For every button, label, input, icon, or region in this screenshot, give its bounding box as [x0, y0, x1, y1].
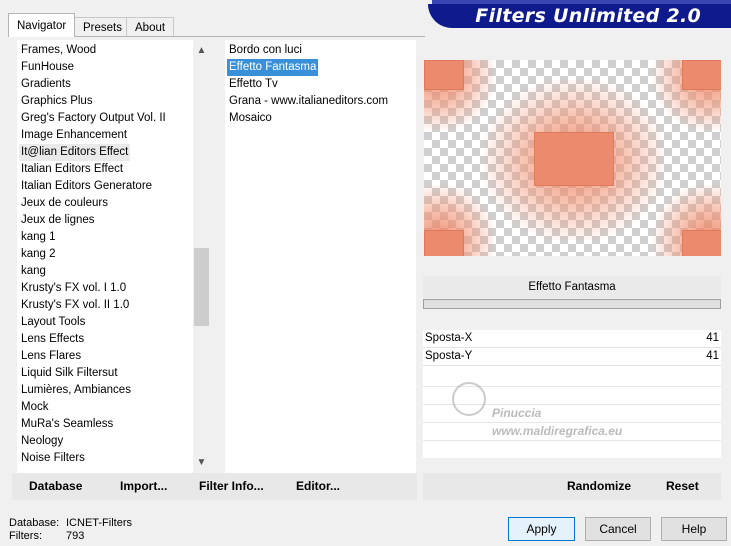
category-item[interactable]: Italian Editors Effect — [19, 161, 125, 178]
category-item[interactable]: Italian Editors Generatore — [19, 178, 154, 195]
help-button[interactable]: Help — [661, 517, 727, 541]
watermark-name: Pinuccia — [492, 406, 542, 420]
param-divider — [423, 440, 721, 441]
category-item[interactable]: Lens Effects — [19, 331, 86, 348]
category-list[interactable]: Frames, Wood FunHouse Gradients Graphics Pl… — [17, 40, 193, 473]
editor-button[interactable]: Editor... — [296, 473, 340, 500]
tab-about[interactable]: About — [126, 17, 175, 37]
category-item[interactable]: Mock — [19, 399, 50, 416]
category-item[interactable]: Krusty's FX vol. I 1.0 — [19, 280, 128, 297]
category-item[interactable]: Jeux de lignes — [19, 212, 97, 229]
category-item[interactable]: Lumières, Ambiances — [19, 382, 133, 399]
import-button[interactable]: Import... — [120, 473, 167, 500]
param-row-sposta-y[interactable]: Sposta-Y 41 — [423, 348, 721, 366]
right-toolbar: Randomize Reset — [423, 473, 721, 500]
category-item[interactable]: Frames, Wood — [19, 42, 98, 59]
filter-item[interactable]: Mosaico — [227, 110, 274, 127]
apply-button[interactable]: Apply — [508, 517, 575, 541]
filter-title: Effetto Fantasma — [423, 276, 721, 298]
left-toolbar: Database Import... Filter Info... Editor… — [12, 473, 417, 500]
filter-item[interactable]: Grana - www.italianeditors.com — [227, 93, 390, 110]
database-label: Database: — [9, 517, 60, 529]
tab-navigator[interactable]: Navigator — [8, 13, 76, 37]
param-name: Sposta-X — [425, 332, 473, 344]
param-value[interactable]: 41 — [706, 348, 719, 365]
filter-item[interactable]: Effetto Tv — [227, 76, 280, 93]
category-item[interactable]: Krusty's FX vol. II 1.0 — [19, 297, 131, 314]
filter-list[interactable]: Bordo con luci Effetto Fantasma Effetto Tv… — [225, 40, 416, 473]
category-item[interactable]: Noise Filters — [19, 450, 87, 467]
database-value: ICNET-Filters — [66, 517, 132, 529]
filter-item[interactable]: Bordo con luci — [227, 42, 304, 59]
category-item[interactable]: kang — [19, 263, 48, 280]
preview-image — [424, 60, 721, 256]
category-item[interactable]: Neology — [19, 433, 65, 450]
app-banner: Filters Unlimited 2.0 — [428, 4, 731, 28]
category-item[interactable]: Liquid Silk Filtersut — [19, 365, 120, 382]
tab-presets[interactable]: Presets — [74, 17, 131, 37]
category-item[interactable]: Greg's Factory Output Vol. II — [19, 110, 168, 127]
category-item[interactable]: FunHouse — [19, 59, 76, 76]
category-item[interactable]: kang 1 — [19, 229, 58, 246]
category-item[interactable]: It@lian Editors Effect — [19, 144, 131, 161]
category-item[interactable]: Image Enhancement — [19, 127, 129, 144]
category-scrollbar[interactable]: ▲ ▼ — [193, 40, 210, 473]
category-item[interactable]: Graphics Plus — [19, 93, 95, 110]
watermark-logo-icon — [452, 382, 486, 416]
category-item[interactable]: kang 2 — [19, 246, 58, 263]
filters-count: 793 — [66, 530, 85, 542]
param-name: Sposta-Y — [425, 350, 473, 362]
randomize-button[interactable]: Randomize — [567, 473, 631, 500]
scroll-up-icon[interactable]: ▲ — [193, 42, 210, 59]
category-item[interactable]: MuRa's Seamless — [19, 416, 115, 433]
param-divider — [423, 422, 721, 423]
category-item[interactable]: Layout Tools — [19, 314, 87, 331]
cancel-button[interactable]: Cancel — [585, 517, 651, 541]
category-item[interactable]: Gradients — [19, 76, 73, 93]
filter-item[interactable]: Effetto Fantasma — [227, 59, 319, 76]
param-value[interactable]: 41 — [706, 330, 719, 347]
watermark-url: www.maldiregrafica.eu — [492, 424, 623, 438]
scroll-thumb[interactable] — [194, 248, 209, 326]
filters-label: Filters: — [9, 530, 42, 542]
filter-info-button[interactable]: Filter Info... — [199, 473, 264, 500]
reset-button[interactable]: Reset — [666, 473, 699, 500]
category-item[interactable]: Jeux de couleurs — [19, 195, 110, 212]
param-row-sposta-x[interactable]: Sposta-X 41 — [423, 330, 721, 348]
category-item[interactable]: Lens Flares — [19, 348, 83, 365]
database-button[interactable]: Database — [29, 473, 82, 500]
scroll-down-icon[interactable]: ▼ — [193, 454, 210, 471]
filter-progress-bar — [423, 299, 721, 309]
